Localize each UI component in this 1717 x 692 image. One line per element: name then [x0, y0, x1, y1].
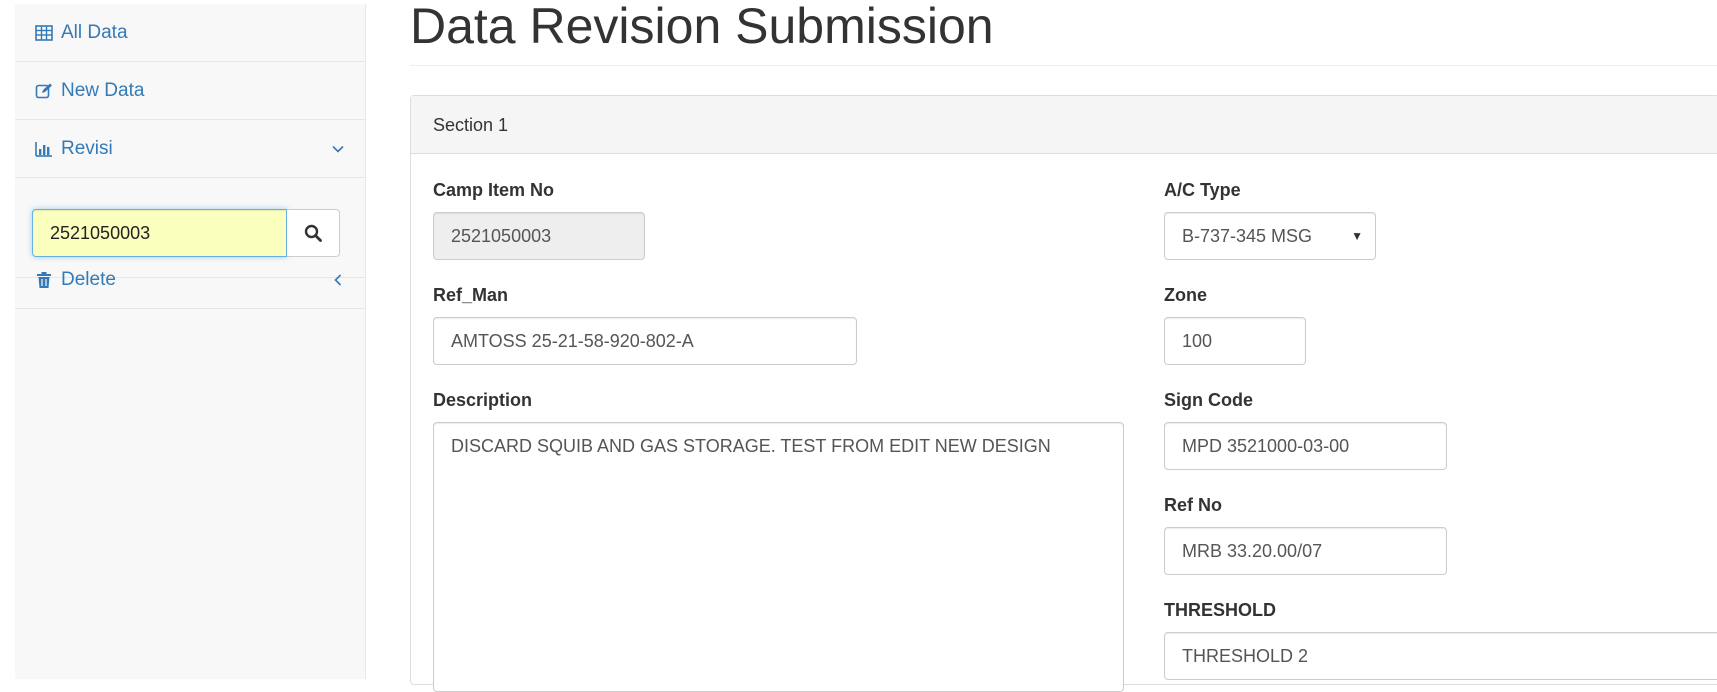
- search-input[interactable]: [32, 209, 287, 257]
- caret-down-icon: ▼: [1351, 229, 1363, 243]
- ref-man-label: Ref_Man: [433, 285, 509, 305]
- zone-label: Zone: [1164, 285, 1207, 305]
- sign-code-field[interactable]: MPD 3521000-03-00: [1164, 422, 1447, 470]
- search-icon: [304, 224, 322, 242]
- sidebar-item-all-data[interactable]: All Data: [15, 4, 365, 62]
- description-label: Description: [433, 390, 533, 410]
- zone-field[interactable]: 100: [1164, 317, 1306, 365]
- ac-type-select[interactable]: B-737-345 MSG ▼: [1164, 212, 1376, 260]
- panel-heading: Section 1: [411, 96, 1717, 154]
- section-panel: Section 1 Camp Item No 2521050003 Ref_Ma…: [410, 95, 1717, 692]
- search-button[interactable]: [287, 209, 340, 257]
- edit-icon: [34, 81, 54, 101]
- sidebar-item-delete[interactable]: Delete: [15, 251, 365, 309]
- chevron-down-icon: [331, 142, 345, 156]
- chevron-left-icon: [331, 273, 345, 287]
- sidebar-item-label: Delete: [61, 268, 116, 290]
- page-title: Data Revision Submission: [410, 0, 994, 54]
- sidebar: All Data New Data Revisi Delete: [15, 4, 366, 679]
- ref-no-field[interactable]: MRB 33.20.00/07: [1164, 527, 1447, 575]
- threshold-field[interactable]: THRESHOLD 2: [1164, 632, 1717, 680]
- sidebar-item-label: Revisi: [61, 137, 113, 159]
- sidebar-item-revisi[interactable]: Revisi: [15, 120, 365, 178]
- title-divider: [410, 65, 1717, 66]
- ref-no-label: Ref No: [1164, 495, 1222, 515]
- camp-item-no-field: 2521050003: [433, 212, 645, 260]
- description-textarea[interactable]: DISCARD SQUIB AND GAS STORAGE. TEST FROM…: [433, 422, 1124, 692]
- sidebar-item-new-data[interactable]: New Data: [15, 62, 365, 120]
- sidebar-item-label: All Data: [61, 21, 128, 43]
- ac-type-selected-value: B-737-345 MSG: [1182, 225, 1313, 246]
- table-icon: [34, 23, 54, 43]
- sign-code-label: Sign Code: [1164, 390, 1253, 410]
- ac-type-label: A/C Type: [1164, 180, 1241, 200]
- ref-man-field[interactable]: AMTOSS 25-21-58-920-802-A: [433, 317, 857, 365]
- threshold-label: THRESHOLD: [1164, 600, 1276, 620]
- bar-chart-icon: [34, 139, 54, 159]
- sidebar-item-label: New Data: [61, 79, 145, 101]
- camp-item-no-label: Camp Item No: [433, 180, 555, 200]
- trash-icon: [34, 270, 54, 290]
